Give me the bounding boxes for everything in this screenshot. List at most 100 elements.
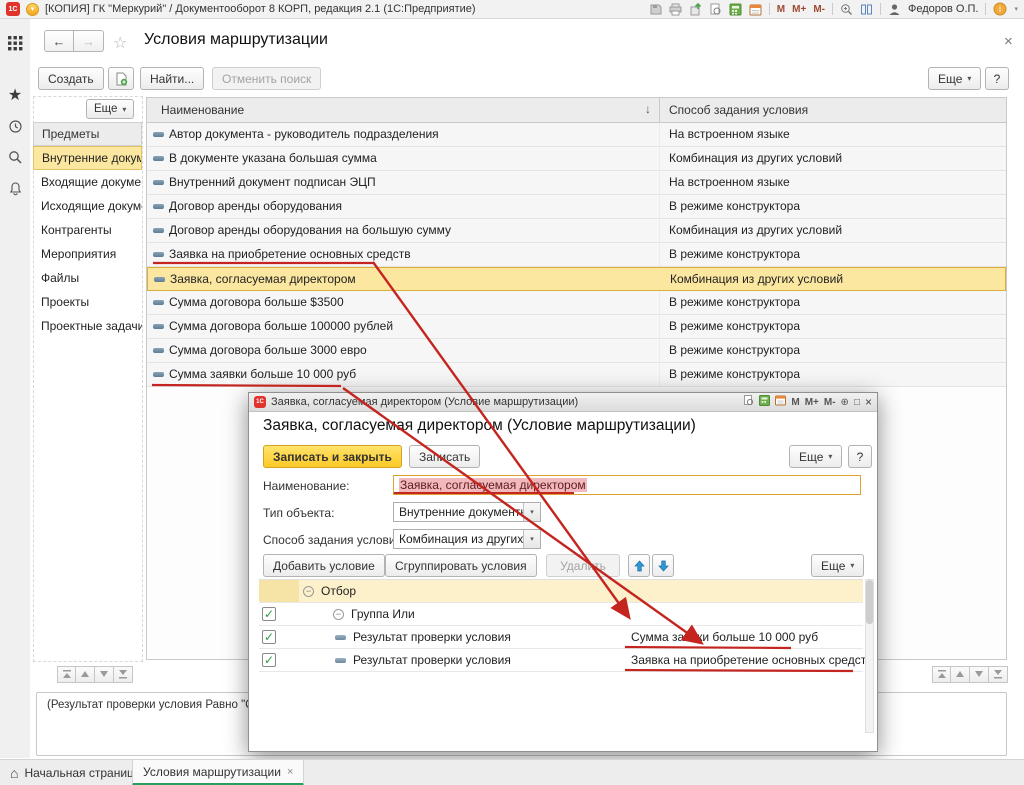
dialog-title-bar[interactable]: 1С Заявка, согласуемая директором (Услов… <box>249 393 877 412</box>
collapse-node-icon[interactable]: − <box>303 586 314 597</box>
find-button[interactable]: Найти... <box>140 67 205 90</box>
checkbox-checked[interactable]: ✓ <box>262 653 276 667</box>
object-type-combo[interactable]: Внутренние документы ▾ <box>393 502 541 522</box>
list-more-button[interactable]: Еще ▾ <box>928 67 982 90</box>
tree-condition-row[interactable]: ✓ Результат проверки условия Сумма заявк… <box>259 626 863 649</box>
current-user-name[interactable]: Федоров О.П. <box>908 3 979 15</box>
tree-group-row[interactable]: ✓ − Группа Или <box>259 603 863 626</box>
dialog-close-icon[interactable]: × <box>865 395 872 409</box>
print-icon[interactable] <box>669 2 682 16</box>
dialog-help-button[interactable]: ? <box>848 445 872 468</box>
main-menu-icon[interactable]: ▾ <box>26 2 39 16</box>
move-down-icon[interactable] <box>95 666 114 683</box>
memory-subtract-icon[interactable]: M- <box>813 2 825 16</box>
move-top-icon[interactable] <box>932 666 951 683</box>
table-row[interactable]: Сумма договора больше 100000 рублей В реж… <box>147 315 1006 339</box>
info-icon[interactable]: i <box>993 2 1007 16</box>
name-field[interactable]: Заявка, согласуемая директором <box>393 475 861 495</box>
save-button[interactable]: Записать <box>409 445 481 468</box>
search-icon[interactable] <box>7 149 23 165</box>
print-preview-icon[interactable] <box>743 395 754 409</box>
delete-condition-button[interactable]: Удалить <box>546 554 620 577</box>
print-preview-icon[interactable] <box>709 2 722 16</box>
save-icon[interactable] <box>649 2 662 16</box>
table-row[interactable]: Автор документа - руководитель подраздел… <box>147 123 1006 147</box>
create-by-copy-button[interactable] <box>108 67 134 90</box>
method-combo[interactable]: Комбинация из других ус▾ <box>393 529 541 549</box>
back-button[interactable]: ← <box>44 30 74 52</box>
menu-grid-icon[interactable] <box>7 35 23 51</box>
sidebar-item-incoming-documents[interactable]: Входящие документы <box>33 170 142 194</box>
chevron-down-icon[interactable]: ▾ <box>523 503 540 521</box>
sidebar-item-files[interactable]: Файлы <box>33 266 142 290</box>
sidebar-item-outgoing-documents[interactable]: Исходящие документы <box>33 194 142 218</box>
table-row[interactable]: Договор аренды оборудования В режиме конс… <box>147 195 1006 219</box>
window-close-icon[interactable]: × <box>1004 33 1013 50</box>
sidebar-more-button[interactable]: Еще ▾ <box>86 99 135 119</box>
tab-close-icon[interactable]: × <box>287 766 293 778</box>
collapse-node-icon[interactable]: − <box>333 609 344 620</box>
history-clock-icon[interactable] <box>7 118 23 134</box>
table-row-selected[interactable]: Заявка, согласуемая директором Комбинация… <box>147 267 1006 291</box>
memory-store-icon[interactable]: M <box>791 397 799 408</box>
calculator-icon[interactable] <box>759 395 771 409</box>
group-conditions-button[interactable]: Сгруппировать условия <box>385 554 537 577</box>
checkbox-checked[interactable]: ✓ <box>262 607 276 621</box>
calculator-icon[interactable] <box>729 2 742 16</box>
sidebar-item-internal-documents[interactable]: Внутренние документы <box>33 146 142 170</box>
table-row[interactable]: Внутренний документ подписан ЭЦП На встро… <box>147 171 1006 195</box>
memory-store-icon[interactable]: M <box>777 2 785 16</box>
cancel-search-button[interactable]: Отменить поиск <box>212 67 322 90</box>
help-button[interactable]: ? <box>985 67 1009 90</box>
checkbox-checked[interactable]: ✓ <box>262 630 276 644</box>
move-up-icon[interactable] <box>951 666 970 683</box>
table-row[interactable]: Сумма договора больше $3500 В режиме конс… <box>147 291 1006 315</box>
more-tools-caret-icon[interactable]: ▾ <box>1014 2 1018 16</box>
zoom-icon[interactable]: ⊕ <box>841 397 849 408</box>
notifications-bell-icon[interactable] <box>7 180 23 196</box>
send-icon[interactable] <box>689 2 702 16</box>
sidebar-item-events[interactable]: Мероприятия <box>33 242 142 266</box>
dialog-more-button[interactable]: Еще ▾ <box>789 445 843 468</box>
table-row[interactable]: Договор аренды оборудования на большую с… <box>147 219 1006 243</box>
split-columns-icon[interactable] <box>860 2 873 16</box>
move-bottom-icon[interactable] <box>989 666 1008 683</box>
move-down-icon[interactable] <box>970 666 989 683</box>
favorites-star-icon[interactable]: ★ <box>7 87 23 104</box>
tab-home-page[interactable]: ⌂ Начальная страница <box>0 760 151 785</box>
scrollbar-thumb[interactable] <box>866 580 873 624</box>
tree-condition-row[interactable]: ✓ Результат проверки условия Заявка на п… <box>259 649 873 672</box>
sidebar-item-project-tasks[interactable]: Проектные задачи <box>33 314 142 338</box>
column-header-method[interactable]: Способ задания условия <box>669 103 808 117</box>
save-and-close-button[interactable]: Записать и закрыть <box>263 445 402 468</box>
column-header-name[interactable]: Наименование <box>161 103 244 117</box>
table-row[interactable]: Сумма договора больше 3000 евро В режиме … <box>147 339 1006 363</box>
table-row[interactable]: В документе указана большая сумма Комбина… <box>147 147 1006 171</box>
zoom-icon[interactable] <box>840 2 853 16</box>
move-up-icon[interactable] <box>76 666 95 683</box>
sidebar-item-counterparties[interactable]: Контрагенты <box>33 218 142 242</box>
builder-more-button[interactable]: Еще ▾ <box>811 554 865 577</box>
tree-root-row[interactable]: − Отбор <box>259 580 863 603</box>
table-row[interactable]: Сумма заявки больше 10 000 руб В режиме к… <box>147 363 1006 387</box>
sidebar-item-projects[interactable]: Проекты <box>33 290 142 314</box>
move-down-button[interactable] <box>652 554 674 577</box>
calendar-icon[interactable] <box>749 2 762 16</box>
memory-subtract-icon[interactable]: M- <box>824 397 836 408</box>
dialog-scrollbar[interactable] <box>865 579 874 733</box>
calendar-icon[interactable] <box>775 395 787 409</box>
tab-routing-conditions[interactable]: Условия маршрутизации × <box>132 760 305 785</box>
memory-add-icon[interactable]: M+ <box>805 397 819 408</box>
table-row[interactable]: Заявка на приобретение основных средств В… <box>147 243 1006 267</box>
add-condition-button[interactable]: Добавить условие <box>263 554 385 577</box>
forward-button[interactable]: → <box>74 30 104 52</box>
create-button[interactable]: Создать <box>38 67 104 90</box>
move-up-button[interactable] <box>628 554 650 577</box>
favorite-toggle-star-icon[interactable]: ☆ <box>113 33 127 53</box>
maximize-icon[interactable]: □ <box>854 397 860 408</box>
move-top-icon[interactable] <box>57 666 76 683</box>
move-bottom-icon[interactable] <box>114 666 133 683</box>
memory-add-icon[interactable]: M+ <box>792 2 806 16</box>
user-icon[interactable] <box>888 2 901 16</box>
chevron-down-icon[interactable]: ▾ <box>523 530 540 548</box>
